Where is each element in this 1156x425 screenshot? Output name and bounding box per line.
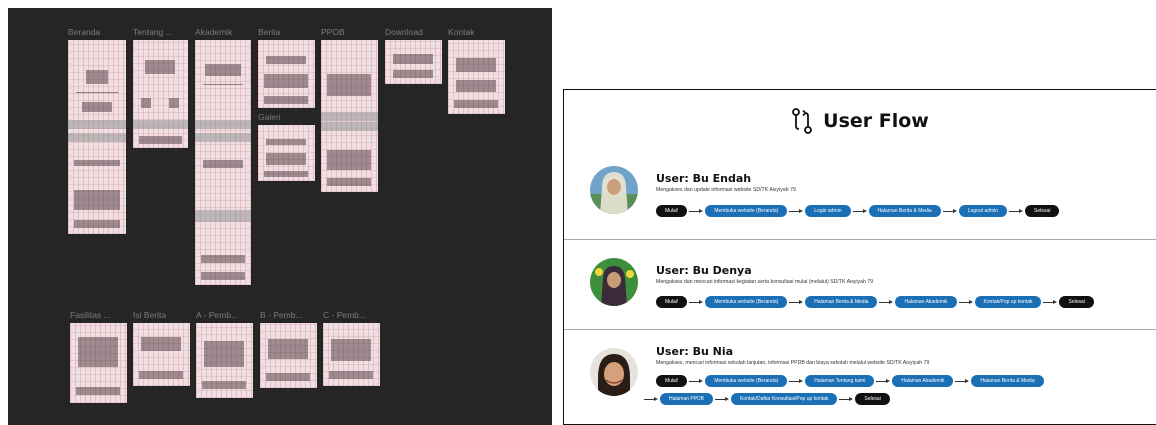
- wireframe-page: [385, 40, 442, 84]
- frame-title[interactable]: Berita: [258, 27, 280, 37]
- avatar: [590, 166, 638, 214]
- design-canvas[interactable]: Beranda Tentang ... Akademik Berita Gale…: [8, 8, 552, 425]
- step-start: Mulai!: [656, 296, 688, 308]
- frame-c-pembelajaran[interactable]: C - Pemb...: [323, 310, 380, 386]
- persona-bu-endah: User: Bu Endah Mengakses dan update info…: [564, 152, 1156, 240]
- frame-b-pembelajaran[interactable]: B - Pemb...: [260, 310, 317, 388]
- step-pill: Halaman Akademik: [895, 296, 957, 308]
- flow-steps: Mulai! Membuka website (Beranda) Halaman…: [656, 375, 1044, 387]
- wireframe-page: [195, 40, 251, 285]
- frame-title[interactable]: C - Pemb...: [323, 310, 366, 320]
- avatar: [590, 348, 638, 396]
- wireframe-page: [258, 125, 315, 181]
- frame-beranda[interactable]: Beranda: [68, 27, 126, 234]
- frame-fasilitas[interactable]: Fasilitas ...: [70, 310, 127, 403]
- avatar: [590, 258, 638, 306]
- wireframe-page: [260, 323, 317, 388]
- step-pill: Membuka website (Beranda): [705, 296, 788, 308]
- arrow-right-icon: [789, 298, 804, 306]
- frame-download[interactable]: Download: [385, 27, 442, 84]
- wireframe-page: [448, 40, 505, 114]
- arrow-right-icon: [1043, 298, 1058, 306]
- step-pill: Halaman PPDB: [660, 393, 714, 405]
- step-pill: Halaman Berita & Media: [971, 375, 1044, 387]
- frame-title[interactable]: Download: [385, 27, 423, 37]
- wireframe-page: [68, 40, 126, 234]
- screenshot-root: Beranda Tentang ... Akademik Berita Gale…: [0, 0, 1156, 425]
- flow-header: User Flow: [564, 108, 1156, 134]
- step-end: Selesai: [855, 393, 890, 405]
- persona-description: Mengakses dan mencari informasi kegiatan…: [656, 279, 874, 285]
- wireframe-page: [70, 323, 127, 403]
- step-pill: Halaman Akademik: [892, 375, 954, 387]
- flow-steps: Mulai! Membuka website (Beranda) Login a…: [656, 205, 1060, 217]
- arrow-right-icon: [715, 395, 730, 403]
- arrow-right-icon: [689, 377, 704, 385]
- arrow-right-icon: [852, 207, 867, 215]
- arrow-right-icon: [876, 377, 891, 385]
- user-flow-panel: User Flow User: Bu Endah Mengakses dan u…: [563, 89, 1156, 425]
- wireframe-page: [133, 323, 190, 386]
- frame-title[interactable]: PPOB: [321, 27, 345, 37]
- frame-title[interactable]: Akademik: [195, 27, 232, 37]
- persona-name: User: Bu Endah: [656, 172, 752, 185]
- step-pill: Kontak/Daftar Konsultasi/Pop up kontak: [731, 393, 838, 405]
- arrow-right-icon: [942, 207, 957, 215]
- step-pill: Login admin: [805, 205, 851, 217]
- step-start: Mulai!: [656, 375, 688, 387]
- step-pill: Membuka website (Beranda): [705, 205, 788, 217]
- frame-title[interactable]: Isi Berita: [133, 310, 166, 320]
- arrow-right-icon: [879, 298, 894, 306]
- arrow-right-icon: [958, 298, 973, 306]
- frame-title[interactable]: Fasilitas ...: [70, 310, 111, 320]
- persona-bu-denya: User: Bu Denya Mengakses dan mencari inf…: [564, 240, 1156, 330]
- frame-berita[interactable]: Berita: [258, 27, 315, 108]
- frame-title[interactable]: B - Pemb...: [260, 310, 303, 320]
- frame-title[interactable]: Galeri: [258, 112, 281, 122]
- frame-title[interactable]: Kontak: [448, 27, 474, 37]
- arrow-right-icon: [689, 298, 704, 306]
- step-pill: Logout admin: [958, 205, 1008, 217]
- flow-steps: Mulai! Membuka website (Beranda) Halaman…: [656, 296, 1094, 308]
- frame-galeri[interactable]: Galeri: [258, 112, 315, 181]
- arrow-right-icon: [1009, 207, 1024, 215]
- step-pill: Halaman Berita & Media: [805, 296, 878, 308]
- step-pill: Halaman Tentang kami: [805, 375, 875, 387]
- flow-steps-continued: Halaman PPDB Kontak/Daftar Konsultasi/Po…: [642, 393, 890, 405]
- arrow-right-icon: [689, 207, 704, 215]
- persona-bu-nia: User: Bu Nia Mengakses, mencari informas…: [564, 330, 1156, 425]
- arrow-right-icon: [955, 377, 970, 385]
- arrow-right-icon: [644, 395, 658, 403]
- arrow-right-icon: [789, 207, 804, 215]
- frame-tentang[interactable]: Tentang ...: [133, 27, 188, 148]
- persona-description: Mengakses, mencari informasi sekolah lan…: [656, 360, 930, 366]
- wireframe-page: [321, 40, 378, 192]
- persona-description: Mengakses dan update informasi website S…: [656, 187, 796, 193]
- arrow-right-icon: [789, 377, 804, 385]
- frame-title[interactable]: A - Pemb...: [196, 310, 238, 320]
- frame-title[interactable]: Beranda: [68, 27, 100, 37]
- frame-ppob[interactable]: PPOB: [321, 27, 378, 192]
- wireframe-page: [323, 323, 380, 386]
- step-pill: Halaman Berita & Media: [868, 205, 941, 217]
- step-end: Selesai: [1025, 205, 1060, 217]
- arrow-right-icon: [839, 395, 854, 403]
- step-pill: Membuka website (Beranda): [705, 375, 788, 387]
- wireframe-page: [196, 323, 253, 398]
- step-pill: Kontak/Pop up kontak: [974, 296, 1042, 308]
- frame-a-pembelajaran[interactable]: A - Pemb...: [196, 310, 253, 398]
- wireframe-page: [133, 40, 188, 148]
- persona-name: User: Bu Nia: [656, 345, 734, 358]
- flow-title: User Flow: [823, 110, 929, 132]
- frame-title[interactable]: Tentang ...: [133, 27, 173, 37]
- frame-akademik[interactable]: Akademik: [195, 27, 251, 285]
- git-compare-icon: [792, 108, 813, 134]
- step-end: Selesai: [1059, 296, 1094, 308]
- wireframe-page: [258, 40, 315, 108]
- frame-isi-berita[interactable]: Isi Berita: [133, 310, 190, 386]
- step-start: Mulai!: [656, 205, 688, 217]
- persona-name: User: Bu Denya: [656, 264, 752, 277]
- frame-kontak[interactable]: Kontak: [448, 27, 505, 114]
